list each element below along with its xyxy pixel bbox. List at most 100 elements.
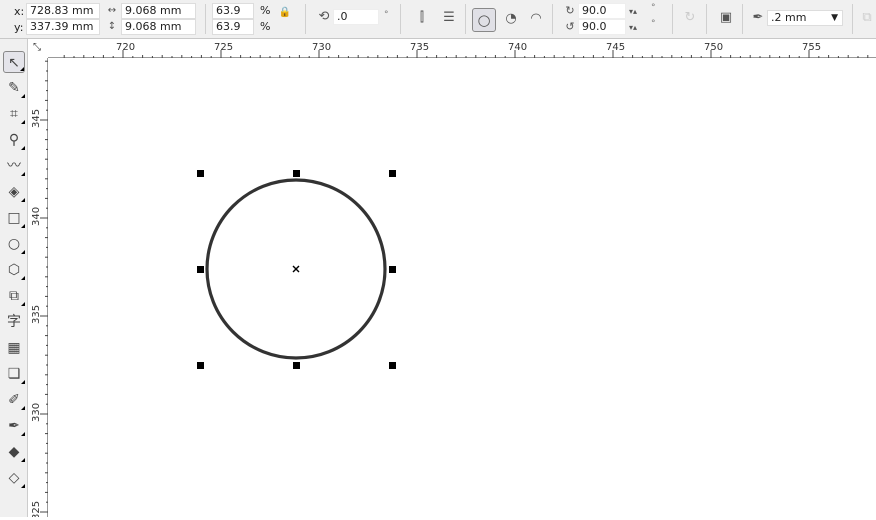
x-label: x: bbox=[14, 5, 25, 18]
start-angle-field[interactable]: 90.0 bbox=[578, 3, 626, 19]
selection-handle-bottom[interactable] bbox=[293, 362, 300, 369]
center-marker bbox=[292, 265, 300, 273]
outline-width-dropdown[interactable]: .2 mm ▼ bbox=[767, 10, 843, 26]
mirror-vertical-icon[interactable]: ☰ bbox=[440, 10, 458, 26]
polygon-tool[interactable]: ⬡ bbox=[3, 259, 25, 281]
shape-tool[interactable]: ✎ bbox=[3, 77, 25, 99]
drop-shadow-tool[interactable]: ❏ bbox=[3, 363, 25, 385]
ruler-label: 735 bbox=[410, 42, 429, 53]
selection-handle-top-left[interactable] bbox=[197, 170, 204, 177]
interactive-fill-icon: ◇ bbox=[8, 470, 20, 486]
x-position-field[interactable]: 728.83 mm bbox=[26, 3, 100, 19]
shape-icon: ✎ bbox=[8, 80, 20, 96]
end-angle-spinner[interactable]: ▾▴ bbox=[626, 20, 640, 36]
vertical-ruler[interactable]: 345 340 335 330 325 bbox=[28, 58, 48, 520]
smart-fill-icon: ◈ bbox=[8, 184, 20, 200]
ellipse-icon: ○ bbox=[7, 236, 21, 252]
height-icon: ↕ bbox=[107, 21, 117, 32]
degree-label: ° bbox=[651, 3, 656, 13]
property-bar: x: y: 728.83 mm 337.39 mm ↔ ↕ 9.068 mm 9… bbox=[0, 0, 876, 39]
start-angle-icon: ↻ bbox=[565, 4, 575, 17]
rotation-field[interactable]: .0 bbox=[333, 9, 379, 25]
selection-handle-top[interactable] bbox=[293, 170, 300, 177]
zoom-icon: ⚲ bbox=[8, 132, 20, 148]
pick-icon: ↖ bbox=[8, 55, 20, 71]
ellipse-mode-button[interactable]: ○ bbox=[472, 8, 496, 32]
ruler-label: 345 bbox=[31, 109, 42, 128]
text-tool[interactable]: 字 bbox=[3, 311, 25, 333]
outline-pen-icon: ✒ bbox=[752, 10, 764, 25]
ruler-label: 340 bbox=[31, 207, 42, 226]
freehand-icon: 〰 bbox=[7, 158, 21, 174]
mirror-horizontal-icon[interactable]: ⫿ bbox=[413, 10, 431, 26]
ruler-label: 335 bbox=[31, 305, 42, 324]
convert-to-curves-icon[interactable]: ⧉ bbox=[858, 10, 876, 26]
y-label: y: bbox=[14, 21, 24, 34]
start-angle-spinner[interactable]: ▾▴ bbox=[626, 4, 640, 20]
percent-label: % bbox=[260, 20, 271, 33]
wrap-text-icon[interactable]: ▣ bbox=[716, 10, 736, 26]
chevron-down-icon: ▼ bbox=[831, 13, 838, 23]
crop-tool[interactable]: ⌗ bbox=[3, 103, 25, 125]
table-icon: ▦ bbox=[7, 340, 21, 356]
basic-shapes-tool[interactable]: ⧉ bbox=[3, 285, 25, 307]
ruler-label: 330 bbox=[31, 403, 42, 422]
end-angle-icon: ↺ bbox=[565, 20, 575, 33]
pick-tool[interactable]: ↖ bbox=[3, 51, 25, 73]
arc-icon[interactable]: ◠ bbox=[527, 11, 545, 27]
ruler-label: 745 bbox=[606, 42, 625, 53]
scale-x-field[interactable]: 63.9 bbox=[212, 3, 254, 19]
basic-shapes-icon: ⧉ bbox=[9, 288, 19, 304]
change-direction-icon[interactable]: ↻ bbox=[681, 10, 699, 26]
zoom-tool[interactable]: ⚲ bbox=[3, 129, 25, 151]
fill-tool[interactable]: ◆ bbox=[3, 441, 25, 463]
outline-width-value: .2 mm bbox=[771, 11, 807, 24]
ruler-label: 720 bbox=[116, 42, 135, 53]
width-icon: ↔ bbox=[107, 5, 117, 16]
rectangle-icon: □ bbox=[7, 210, 21, 226]
scale-y-field[interactable]: 63.9 bbox=[212, 19, 254, 35]
selection-handle-bottom-right[interactable] bbox=[389, 362, 396, 369]
pie-icon[interactable]: ◔ bbox=[502, 11, 520, 27]
freehand-tool[interactable]: 〰 bbox=[3, 155, 25, 177]
selection-handle-left[interactable] bbox=[197, 266, 204, 273]
eyedropper-icon: ✐ bbox=[8, 392, 20, 408]
smart-fill-tool[interactable]: ◈ bbox=[3, 181, 25, 203]
ruler-origin-icon: ⤡ bbox=[33, 42, 41, 53]
ruler-label: 755 bbox=[802, 42, 821, 53]
lock-ratio-icon[interactable]: 🔒 bbox=[278, 5, 292, 21]
ellipse-icon: ○ bbox=[477, 11, 491, 29]
width-field[interactable]: 9.068 mm bbox=[121, 3, 196, 19]
table-tool[interactable]: ▦ bbox=[3, 337, 25, 359]
drop-shadow-icon: ❏ bbox=[7, 366, 21, 382]
end-angle-field[interactable]: 90.0 bbox=[578, 19, 626, 35]
ruler-label: 325 bbox=[31, 501, 42, 517]
selection-handle-right[interactable] bbox=[389, 266, 396, 273]
ruler-label: 730 bbox=[312, 42, 331, 53]
degree-label: ° bbox=[651, 19, 656, 29]
fill-icon: ◆ bbox=[8, 444, 20, 460]
selection-handle-bottom-left[interactable] bbox=[197, 362, 204, 369]
percent-label: % bbox=[260, 4, 271, 17]
toolbox: ↖ ✎ ⌗ ⚲ 〰 ◈ □ ○ ⬡ ⧉ 字 ▦ ❏ ✐ ✒ ◆ ◇ bbox=[0, 39, 28, 517]
outline-tool[interactable]: ✒ bbox=[3, 415, 25, 437]
selection-handle-top-right[interactable] bbox=[389, 170, 396, 177]
drawing-canvas[interactable] bbox=[49, 59, 876, 517]
horizontal-ruler[interactable]: 720 725 730 735 740 745 750 755 bbox=[48, 39, 876, 58]
ruler-label: 740 bbox=[508, 42, 527, 53]
text-icon: 字 bbox=[7, 314, 21, 330]
ruler-label: 725 bbox=[214, 42, 233, 53]
interactive-fill-tool[interactable]: ◇ bbox=[3, 467, 25, 489]
outline-icon: ✒ bbox=[8, 418, 20, 434]
rotate-icon: ⟲ bbox=[318, 9, 330, 24]
eyedropper-tool[interactable]: ✐ bbox=[3, 389, 25, 411]
y-position-field[interactable]: 337.39 mm bbox=[26, 19, 100, 35]
ellipse-tool[interactable]: ○ bbox=[3, 233, 25, 255]
rectangle-tool[interactable]: □ bbox=[3, 207, 25, 229]
height-field[interactable]: 9.068 mm bbox=[121, 19, 196, 35]
ruler-label: 750 bbox=[704, 42, 723, 53]
ruler-origin[interactable]: ⤡ bbox=[28, 39, 48, 58]
crop-icon: ⌗ bbox=[10, 106, 18, 122]
polygon-icon: ⬡ bbox=[7, 262, 21, 278]
degree-label: ° bbox=[384, 10, 389, 20]
